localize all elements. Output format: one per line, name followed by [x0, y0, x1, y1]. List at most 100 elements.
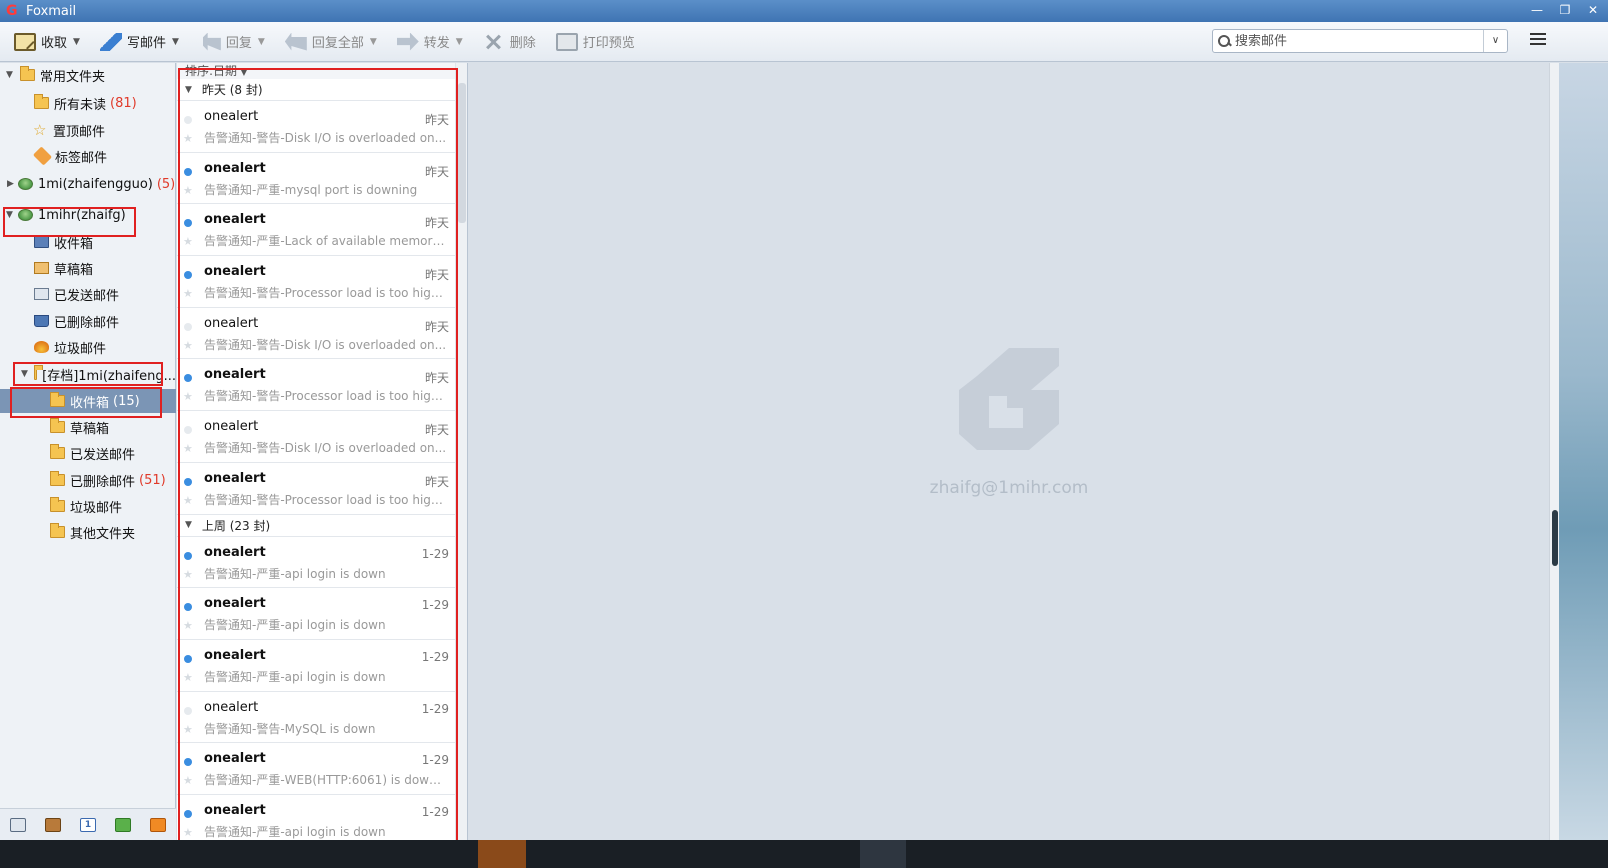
scrollbar-thumb[interactable]: [458, 83, 466, 223]
reply-icon: [198, 32, 221, 51]
folder-label: 已发送邮件: [70, 447, 136, 463]
annotation-box-archive: [13, 362, 163, 386]
menu-icon[interactable]: [1530, 33, 1546, 47]
rss-module-icon[interactable]: [150, 817, 167, 832]
folder-archive-other[interactable]: 其他文件夹: [0, 520, 176, 544]
receive-button[interactable]: 收取 ▼: [8, 27, 86, 57]
folder-archive-drafts[interactable]: 草稿箱: [0, 415, 176, 439]
unread-count: (81): [110, 95, 137, 111]
print-icon: [555, 32, 578, 51]
calendar-module-icon[interactable]: 1: [79, 817, 96, 832]
forward-label: 转发: [423, 36, 450, 51]
folder-label: 已发送邮件: [54, 288, 120, 304]
chevron-down-icon[interactable]: ▼: [73, 37, 80, 47]
sent-icon: [34, 288, 49, 300]
annotation-box-inbox: [10, 387, 162, 418]
folder-sidebar: ▼ 常用文件夹 所有未读 (81) ☆ 置顶邮件 标签邮件 ▶ 1mi(zhai…: [0, 63, 176, 840]
reply-all-icon: [284, 32, 307, 51]
reply-label: 回复: [225, 36, 252, 51]
folder-label: 垃圾邮件: [70, 500, 123, 516]
annotation-box-list: [178, 68, 458, 843]
folder-label: 已删除邮件: [70, 474, 136, 490]
reply-button[interactable]: 回复 ▼: [193, 27, 271, 57]
receive-label: 收取: [41, 36, 68, 51]
inbox-icon: [34, 236, 49, 248]
envelope-icon: [14, 32, 36, 51]
window-controls: — ❐ ✕: [1528, 2, 1602, 18]
desktop-background: [1549, 63, 1608, 840]
chevron-down-icon[interactable]: ∨: [1483, 30, 1507, 52]
chevron-down-icon[interactable]: ▼: [370, 37, 377, 47]
folder-all-unread[interactable]: 所有未读 (81): [0, 91, 176, 115]
forward-button[interactable]: 转发 ▼: [391, 27, 469, 57]
unread-count: (51): [139, 472, 166, 488]
folder-sent[interactable]: 已发送邮件: [0, 282, 176, 306]
folder-icon: [50, 497, 65, 512]
star-icon: ☆: [33, 121, 47, 139]
account-label: 1mi(zhaifengguo): [38, 176, 153, 192]
expand-arrow-icon[interactable]: ▶: [7, 179, 14, 189]
reply-all-label: 回复全部: [311, 36, 364, 51]
search-box: ∨: [1212, 29, 1508, 53]
folder-icon: [20, 66, 35, 81]
folder-label: 置顶邮件: [53, 124, 106, 140]
minimize-icon[interactable]: —: [1528, 2, 1546, 18]
folder-pinned[interactable]: ☆ 置顶邮件: [0, 118, 176, 142]
folder-icon: [50, 444, 65, 459]
desktop-widget: [1552, 510, 1558, 566]
folder-drafts[interactable]: 草稿箱: [0, 256, 176, 280]
folder-label: 草稿箱: [70, 421, 110, 437]
module-switcher: 1: [0, 808, 176, 840]
folder-archive-sent[interactable]: 已发送邮件: [0, 441, 176, 465]
chevron-down-icon[interactable]: ▼: [456, 37, 463, 47]
title-bar: G Foxmail — ❐ ✕: [0, 0, 1608, 22]
trash-icon: [34, 315, 49, 327]
mail-module-icon[interactable]: [9, 817, 26, 832]
restore-icon[interactable]: ❐: [1556, 2, 1574, 18]
folder-archive-deleted[interactable]: 已删除邮件 (51): [0, 468, 176, 492]
compose-label: 写邮件: [126, 36, 166, 51]
forward-icon: [396, 32, 419, 51]
taskbar: [0, 840, 1608, 868]
folder-label: 所有未读: [54, 97, 107, 113]
taskbar-item[interactable]: [478, 840, 526, 868]
folder-deleted[interactable]: 已删除邮件: [0, 309, 176, 333]
search-icon: [1217, 34, 1231, 48]
chevron-down-icon[interactable]: ▼: [258, 37, 265, 47]
search-input[interactable]: [1235, 33, 1475, 49]
expand-arrow-icon[interactable]: ▼: [6, 70, 13, 80]
drafts-icon: [34, 262, 49, 274]
folder-icon: [50, 418, 65, 433]
folder-label: 草稿箱: [54, 262, 94, 278]
preview-pane: zhaifg@1mihr.com: [469, 63, 1549, 840]
window-title: Foxmail: [26, 3, 77, 19]
chevron-down-icon[interactable]: ▼: [172, 37, 179, 47]
foxmail-watermark-icon: [959, 348, 1059, 450]
folder-archive-spam[interactable]: 垃圾邮件: [0, 494, 176, 518]
contacts-module-icon[interactable]: [44, 817, 61, 832]
unread-count: (5): [156, 176, 176, 192]
delete-label: 删除: [509, 36, 536, 51]
folder-label: 其他文件夹: [70, 526, 136, 542]
preview-scrollbar[interactable]: [1549, 63, 1559, 840]
toolbar: 收取 ▼ 写邮件 ▼ 回复 ▼ 回复全部 ▼ 转发 ▼ 删除 打印预览 ∨: [0, 22, 1608, 62]
pen-icon: [99, 32, 122, 51]
folder-label: 标签邮件: [55, 150, 108, 166]
delete-icon: [483, 33, 505, 51]
folder-icon: [34, 94, 49, 109]
reply-all-button[interactable]: 回复全部 ▼: [279, 27, 383, 57]
folder-spam[interactable]: 垃圾邮件: [0, 335, 176, 359]
spam-icon: [34, 341, 49, 353]
account-1mi[interactable]: ▶ 1mi(zhaifengguo) (5): [0, 172, 176, 196]
print-preview-button[interactable]: 打印预览: [550, 27, 641, 57]
delete-button[interactable]: 删除: [477, 27, 542, 57]
folder-icon: [50, 523, 65, 538]
compose-button[interactable]: 写邮件 ▼: [94, 27, 185, 57]
annotation-box-account: [3, 207, 136, 237]
folder-tagged[interactable]: 标签邮件: [0, 144, 176, 168]
folder-icon: [50, 471, 65, 486]
folder-common[interactable]: ▼ 常用文件夹: [0, 63, 176, 87]
close-icon[interactable]: ✕: [1584, 2, 1602, 18]
notes-module-icon[interactable]: [115, 817, 132, 832]
taskbar-item[interactable]: [860, 840, 906, 868]
